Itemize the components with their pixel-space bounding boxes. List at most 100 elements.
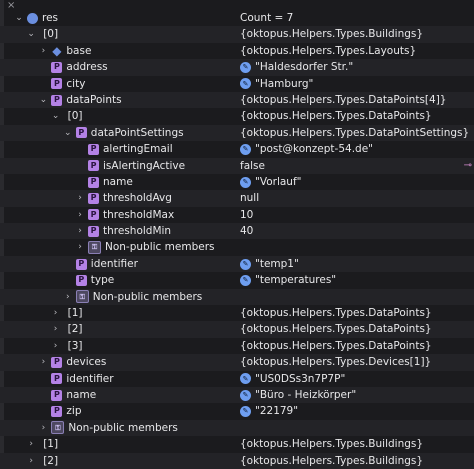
tree-row[interactable]: Pname ✎ "Vorlauf" xyxy=(0,174,474,190)
pencil-icon[interactable]: ✎ xyxy=(240,258,251,270)
chevron-right-icon[interactable]: › xyxy=(26,453,36,469)
tree-row[interactable]: › [1] {oktopus.Helpers.Types.Buildings} xyxy=(0,436,474,452)
tree-row[interactable]: Paddress ✎ "Haldesdorfer Str." xyxy=(0,59,474,76)
tree-row-label: dataPointSettings xyxy=(90,126,184,139)
pencil-icon[interactable]: ✎ xyxy=(240,143,251,155)
tree-row-label: city xyxy=(66,77,86,90)
tree-row[interactable]: › PthresholdMin 40 xyxy=(0,223,474,240)
tree-row[interactable]: › [1] {oktopus.Helpers.Types.DataPoints} xyxy=(0,305,474,321)
property-icon: P xyxy=(88,176,99,188)
chevron-down-icon[interactable]: ⌄ xyxy=(63,125,73,141)
property-icon: P xyxy=(51,78,63,90)
tree-row[interactable]: Pidentifier ✎ "temp1" xyxy=(0,255,474,273)
tree-row[interactable]: › ◆ base {oktopus.Helpers.Types.Layouts} xyxy=(0,43,474,59)
value-text: 10 xyxy=(240,208,254,221)
tree-row-label: [3] xyxy=(67,339,83,352)
value-text: "US0DSs3n7P7P" xyxy=(255,372,346,385)
tree-row[interactable]: ⌄ res Count = 7 xyxy=(0,10,474,26)
pencil-icon[interactable]: ✎ xyxy=(240,274,251,286)
pencil-icon[interactable]: ✎ xyxy=(240,406,251,418)
property-icon: P xyxy=(51,94,63,106)
tree-row-value: null xyxy=(240,190,259,206)
tree-row-value: {oktopus.Helpers.Types.DataPoints} xyxy=(240,321,432,337)
tree-row-value: ✎ "Büro - Heizkörper" xyxy=(240,387,356,403)
tree-row[interactable]: Pcity ✎ "Hamburg" xyxy=(0,76,474,92)
chevron-right-icon[interactable]: › xyxy=(51,338,61,354)
pin-icon[interactable]: ⊸ xyxy=(464,158,472,174)
chevron-right-icon[interactable]: › xyxy=(75,239,85,255)
tree-row[interactable]: › ⚿ Non-public members xyxy=(0,288,474,306)
tree-row-value: ✎ "US0DSs3n7P7P" xyxy=(240,371,345,387)
value-text: {oktopus.Helpers.Types.Buildings} xyxy=(240,28,424,41)
value-text: false xyxy=(240,159,265,172)
tree-row[interactable]: › Pdevices {oktopus.Helpers.Types.Devices[… xyxy=(0,354,474,371)
tree-row[interactable]: PisAlertingActive false ⊸ xyxy=(0,157,474,174)
tree-row-label: Non-public members xyxy=(68,421,178,434)
value-text: {oktopus.Helpers.Types.DataPoints[4]} xyxy=(240,93,447,106)
tree-row-value: ✎ "Vorlauf" xyxy=(240,174,301,190)
tree-row-label: thresholdMin xyxy=(103,225,172,238)
tree-row[interactable]: › PthresholdAvg null xyxy=(0,190,474,207)
chevron-right-icon[interactable]: › xyxy=(38,420,48,436)
value-text: {oktopus.Helpers.Types.DataPointSettings… xyxy=(240,126,470,139)
pencil-icon[interactable]: ✎ xyxy=(240,61,251,73)
tree-row-value: ✎ "22179" xyxy=(240,403,298,419)
tree-row-value: 10 xyxy=(240,207,253,223)
value-text: Count = 7 xyxy=(240,12,294,24)
tree-row-label: type xyxy=(90,274,115,287)
tree-row[interactable]: ⌄ [0] {oktopus.Helpers.Types.DataPoints} xyxy=(0,108,474,124)
tree-row[interactable]: › [3] {oktopus.Helpers.Types.DataPoints} xyxy=(0,338,474,354)
tree-row-value: {oktopus.Helpers.Types.DataPoints} xyxy=(240,338,432,354)
tree-row-name: › [3] xyxy=(51,338,83,354)
tree-row-label: zip xyxy=(66,405,82,418)
tree-row[interactable]: › PthresholdMax 10 xyxy=(0,207,474,223)
property-icon: P xyxy=(75,274,87,286)
tree-row-value: {oktopus.Helpers.Types.Layouts} xyxy=(240,43,416,59)
chevron-right-icon[interactable]: › xyxy=(38,354,48,370)
object-icon xyxy=(27,12,38,24)
chevron-right-icon[interactable]: › xyxy=(75,223,85,239)
tree-row[interactable]: › [2] {oktopus.Helpers.Types.DataPoints} xyxy=(0,321,474,338)
tree-row-name: Pname xyxy=(75,174,133,190)
chevron-right-icon[interactable]: › xyxy=(75,207,85,223)
chevron-down-icon[interactable]: ⌄ xyxy=(51,108,61,124)
chevron-right-icon[interactable]: › xyxy=(51,305,61,321)
tree-row[interactable]: › ⚿ Non-public members xyxy=(0,239,474,255)
tree-row-value: false xyxy=(240,158,265,174)
tree-row-name: › [2] xyxy=(51,321,83,337)
chevron-down-icon[interactable]: ⌄ xyxy=(26,26,36,42)
tree-row-name: ⌄ [0] xyxy=(51,108,83,124)
non-public-icon: ⚿ xyxy=(75,290,89,304)
tree-row[interactable]: Pzip ✎ "22179" xyxy=(0,403,474,419)
chevron-right-icon[interactable]: › xyxy=(26,436,36,452)
tree-row[interactable]: › [2] {oktopus.Helpers.Types.Buildings} xyxy=(0,452,474,469)
tree-row-name: › [1] xyxy=(51,305,83,321)
tree-row[interactable]: Pidentifier ✎ "US0DSs3n7P7P" xyxy=(0,371,474,387)
value-text: {oktopus.Helpers.Types.Devices[1]} xyxy=(240,356,432,369)
tree-row[interactable]: ⌄ [0] {oktopus.Helpers.Types.Buildings} xyxy=(0,26,474,43)
pencil-icon[interactable]: ✎ xyxy=(240,389,251,401)
tree-row-name: › [1] xyxy=(26,436,58,452)
chevron-down-icon[interactable]: ⌄ xyxy=(14,10,24,26)
chevron-right-icon[interactable]: › xyxy=(75,190,85,206)
chevron-right-icon[interactable]: › xyxy=(38,43,48,59)
tree-row-label: alertingEmail xyxy=(103,143,173,156)
tree-row-name: Pname xyxy=(38,387,96,403)
pencil-icon[interactable]: ✎ xyxy=(240,176,251,188)
tree-row-name: Ptype xyxy=(63,272,114,288)
tree-row[interactable]: ⌄ PdataPointSettings {oktopus.Helpers.Type… xyxy=(0,124,474,142)
chevron-right-icon[interactable]: › xyxy=(51,321,61,337)
tree-row-value: ✎ "temperatures" xyxy=(240,272,336,288)
tree-row[interactable]: PalertingEmail ✎ "post@konzept-54.de" xyxy=(0,141,474,157)
chevron-down-icon[interactable]: ⌄ xyxy=(38,92,48,108)
chevron-right-icon[interactable]: › xyxy=(63,289,73,305)
tree-row[interactable]: › ⚿ Non-public members xyxy=(0,419,474,437)
tree-row[interactable]: ⌄ PdataPoints {oktopus.Helpers.Types.DataP… xyxy=(0,91,474,109)
pencil-icon[interactable]: ✎ xyxy=(240,78,251,90)
tree-row-name: › ⚿ Non-public members xyxy=(75,239,214,255)
tree-row[interactable]: Ptype ✎ "temperatures" xyxy=(0,272,474,288)
tree-row[interactable]: Pname ✎ "Büro - Heizkörper" xyxy=(0,386,474,404)
pencil-icon[interactable]: ✎ xyxy=(240,373,251,385)
property-icon: P xyxy=(51,406,63,418)
tree-row-name: › ◆ base xyxy=(38,43,92,59)
